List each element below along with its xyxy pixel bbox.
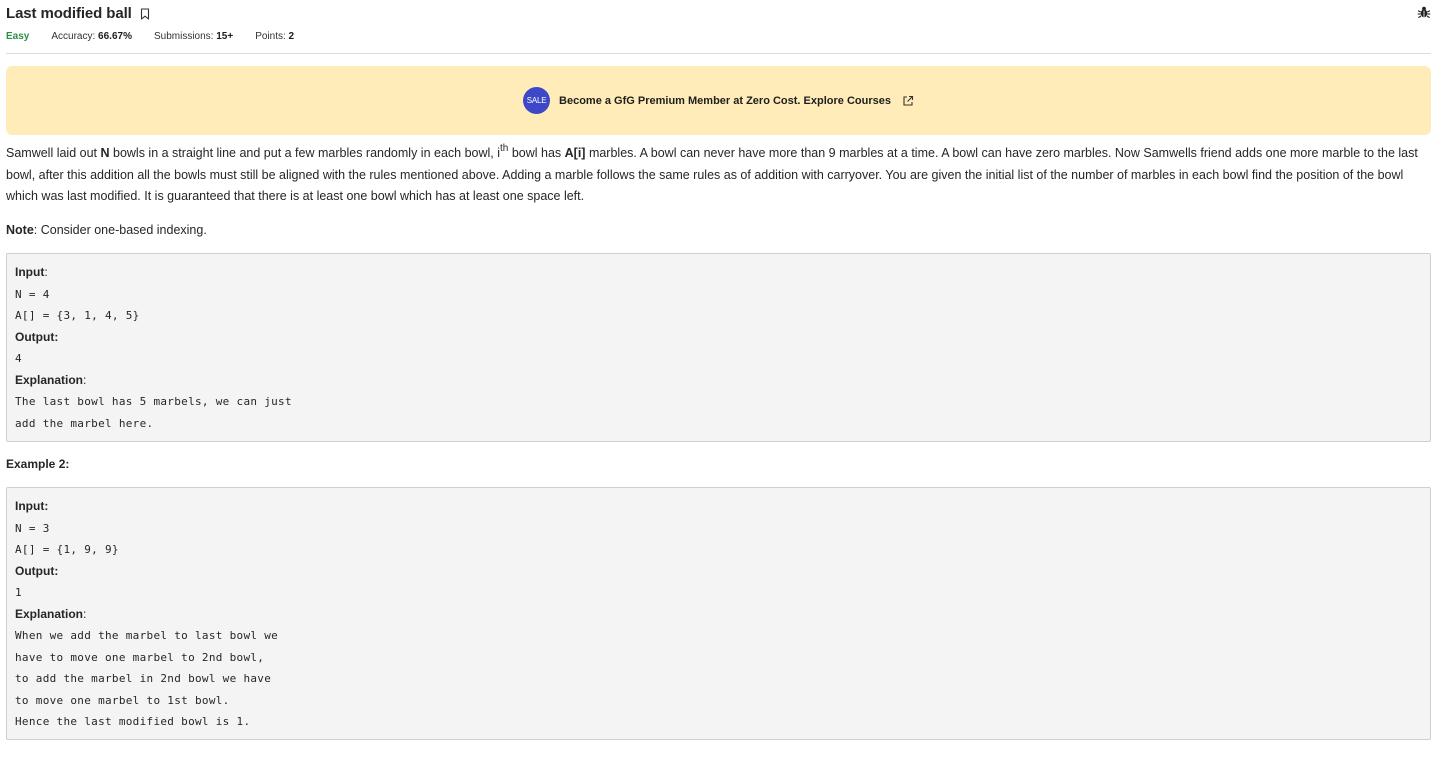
desc-text-2: bowls in a straight line and put a few m… (109, 146, 501, 160)
external-link-icon[interactable] (902, 95, 914, 107)
desc-text-1: Samwell laid out (6, 146, 101, 160)
submissions-label: Submissions: (153, 31, 214, 42)
example-2-explanation-line: to add the marbel in 2nd bowl we have (15, 672, 272, 685)
example-1-explanation-label: Explanation: (15, 372, 87, 387)
example-2-explanation-line: When we add the marbel to last bowl we (15, 629, 279, 642)
points-stat: Points: 2 (255, 31, 294, 42)
difficulty-badge: Easy (6, 31, 30, 42)
note-label: Note (6, 222, 34, 237)
title-row: Last modified ball (6, 5, 1431, 22)
example-1-output: 4 (15, 352, 22, 365)
problem-meta: Easy Accuracy: 66.67% Submissions: 15+ P… (6, 31, 1431, 42)
example-2-box: Input: N = 3 A[] = {1, 9, 9} Output: 1 E… (6, 487, 1431, 740)
example-2-input-label: Input: (15, 499, 49, 513)
desc-n: N (100, 146, 110, 160)
problem-page: Last modified ball Easy Accuracy: 66.67%… (0, 0, 1447, 763)
desc-ai: A[i] (564, 146, 586, 160)
submissions-value: 15+ (216, 31, 234, 42)
premium-banner[interactable]: SALE Become a GfG Premium Member at Zero… (6, 66, 1431, 135)
example-2-output: 1 (15, 586, 22, 599)
banner-text[interactable]: Become a GfG Premium Member at Zero Cost… (559, 95, 891, 107)
points-label: Points: (255, 31, 286, 42)
example-2-heading: Example 2: (6, 457, 70, 471)
accuracy-label: Accuracy: (51, 31, 96, 42)
example-2-output-label: Output: (15, 563, 59, 578)
note-text: : Consider one-based indexing. (33, 222, 207, 237)
example-2-explanation-line: Hence the last modified bowl is 1. (15, 715, 251, 728)
example-1-box: Input: N = 4 A[] = {3, 1, 4, 5} Output: … (6, 253, 1431, 442)
example-2-explanation-label: Explanation: (15, 606, 87, 621)
example-1-input-line: A[] = {3, 1, 4, 5} (15, 309, 140, 322)
submissions-stat: Submissions: 15+ (154, 31, 233, 42)
problem-title: Last modified ball (6, 5, 132, 22)
sale-badge: SALE (523, 87, 551, 114)
example-1-output-label: Output: (15, 329, 59, 344)
note: Note: Consider one-based indexing. (6, 220, 1431, 242)
example-1-explanation-line: add the marbel here. (15, 416, 154, 430)
example-2-explanation-line: to move one marbel to 1st bowl. (15, 693, 230, 707)
example-2-input-line: A[] = {1, 9, 9} (15, 543, 119, 556)
bug-icon[interactable] (1417, 5, 1431, 19)
problem-description: Samwell laid out N bowls in a straight l… (6, 143, 1431, 208)
accuracy-stat: Accuracy: 66.67% (51, 31, 132, 42)
example-2-input-line: N = 3 (15, 521, 50, 535)
problem-statement: Samwell laid out N bowls in a straight l… (6, 143, 1431, 740)
example-1-input-line: N = 4 (15, 287, 50, 301)
points-value: 2 (288, 31, 295, 42)
bookmark-icon[interactable] (140, 8, 150, 20)
example-2-explanation-line: have to move one marbel to 2nd bowl, (15, 650, 265, 664)
desc-text-3: bowl has (508, 146, 565, 160)
problem-header: Last modified ball Easy Accuracy: 66.67%… (6, 0, 1431, 54)
example-1-explanation-line: The last bowl has 5 marbels, we can just (15, 395, 292, 408)
accuracy-value: 66.67% (98, 31, 132, 42)
example-1-input-label: Input: (15, 265, 48, 279)
